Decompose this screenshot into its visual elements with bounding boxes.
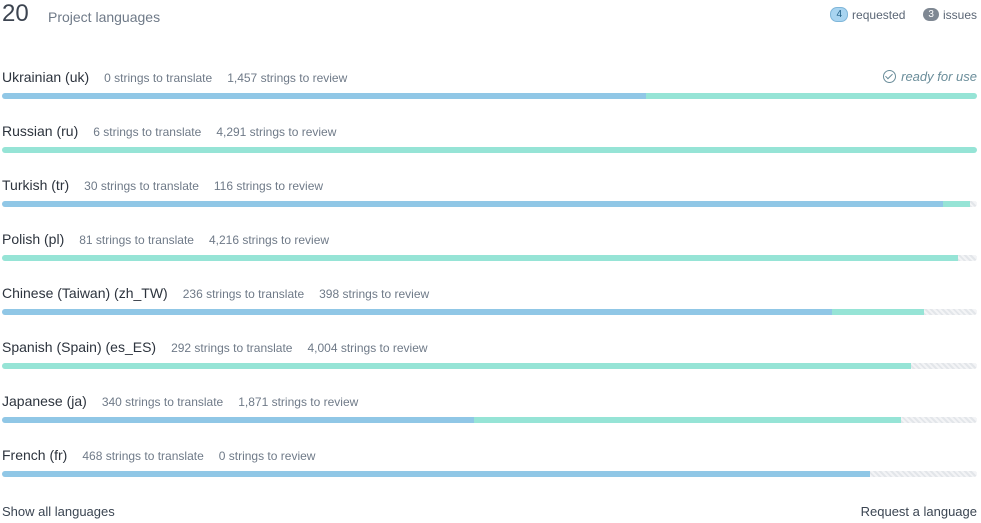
language-name[interactable]: Ukrainian (uk) xyxy=(2,69,89,85)
strings-to-translate: 340 strings to translate xyxy=(101,395,224,409)
reviewed-segment xyxy=(2,363,911,369)
request-language-link[interactable]: Request a language xyxy=(861,504,977,519)
reviewed-segment xyxy=(645,93,977,99)
ready-label: ready for use xyxy=(901,69,977,84)
reviewed-segment xyxy=(2,147,977,153)
strings-to-review: 1,457 strings to review xyxy=(227,71,348,85)
requested-badge[interactable]: 4 xyxy=(830,7,849,22)
strings-to-review: 1,871 strings to review xyxy=(238,395,359,409)
translated-segment xyxy=(2,201,943,207)
strings-to-translate: 0 strings to translate xyxy=(104,71,213,85)
check-circle-icon xyxy=(883,70,897,83)
language-name[interactable]: Chinese (Taiwan) (zh_TW) xyxy=(2,285,168,301)
requested-label[interactable]: requested xyxy=(852,8,905,22)
legend: 4 requested 3 issues xyxy=(830,7,977,22)
language-name[interactable]: Spanish (Spain) (es_ES) xyxy=(2,339,156,355)
ready-status: ready for use xyxy=(883,69,977,84)
strings-to-review: 398 strings to review xyxy=(319,287,430,301)
language-name[interactable]: Turkish (tr) xyxy=(2,177,69,193)
progress-bar xyxy=(2,255,977,261)
progress-bar xyxy=(2,417,977,423)
translated-segment xyxy=(2,471,870,477)
strings-to-translate: 468 strings to translate xyxy=(82,449,204,463)
language-row-es-es[interactable]: Spanish (Spain) (es_ES) 292 strings to t… xyxy=(0,339,981,393)
language-row-zh-tw[interactable]: Chinese (Taiwan) (zh_TW) 236 strings to … xyxy=(0,285,981,339)
issues-label[interactable]: issues xyxy=(943,8,977,22)
strings-to-review: 4,291 strings to review xyxy=(216,125,337,139)
progress-bar xyxy=(2,147,977,153)
translated-segment xyxy=(2,309,832,315)
language-row-ru[interactable]: Russian (ru) 6 strings to translate 4,29… xyxy=(0,123,981,177)
language-count: 20 xyxy=(2,0,29,27)
project-languages-header: 20 Project languages 4 requested 3 issue… xyxy=(0,0,981,34)
reviewed-segment xyxy=(473,417,901,423)
language-name[interactable]: Japanese (ja) xyxy=(2,393,87,409)
language-name[interactable]: Russian (ru) xyxy=(2,123,78,139)
progress-bar xyxy=(2,471,977,477)
strings-to-review: 4,216 strings to review xyxy=(208,233,330,247)
strings-to-translate: 81 strings to translate xyxy=(79,233,194,247)
progress-bar xyxy=(2,309,977,315)
show-all-languages-link[interactable]: Show all languages xyxy=(2,504,115,519)
progress-bar xyxy=(2,201,977,207)
reviewed-segment xyxy=(942,201,971,207)
progress-bar xyxy=(2,363,977,369)
language-row-pl[interactable]: Polish (pl) 81 strings to translate 4,21… xyxy=(0,231,981,285)
language-row-ja[interactable]: Japanese (ja) 340 strings to translate 1… xyxy=(0,393,981,447)
strings-to-review: 116 strings to review xyxy=(213,179,324,193)
reviewed-segment xyxy=(831,309,925,315)
strings-to-review: 4,004 strings to review xyxy=(307,341,428,355)
strings-to-translate: 30 strings to translate xyxy=(84,179,199,193)
progress-bar xyxy=(2,93,977,99)
language-name[interactable]: Polish (pl) xyxy=(2,231,64,247)
translated-segment xyxy=(2,417,474,423)
language-name[interactable]: French (fr) xyxy=(2,447,67,463)
issues-badge[interactable]: 3 xyxy=(923,8,939,21)
strings-to-translate: 292 strings to translate xyxy=(171,341,293,355)
section-title: Project languages xyxy=(48,9,161,25)
strings-to-translate: 236 strings to translate xyxy=(182,287,305,301)
reviewed-segment xyxy=(2,255,959,261)
strings-to-translate: 6 strings to translate xyxy=(93,125,202,139)
strings-to-review: 0 strings to review xyxy=(218,449,316,463)
translated-segment xyxy=(2,93,646,99)
language-row-tr[interactable]: Turkish (tr) 30 strings to translate 116… xyxy=(0,177,981,231)
language-row-fr[interactable]: French (fr) 468 strings to translate 0 s… xyxy=(0,447,981,501)
language-row-uk[interactable]: Ukrainian (uk) 0 strings to translate 1,… xyxy=(0,69,981,123)
